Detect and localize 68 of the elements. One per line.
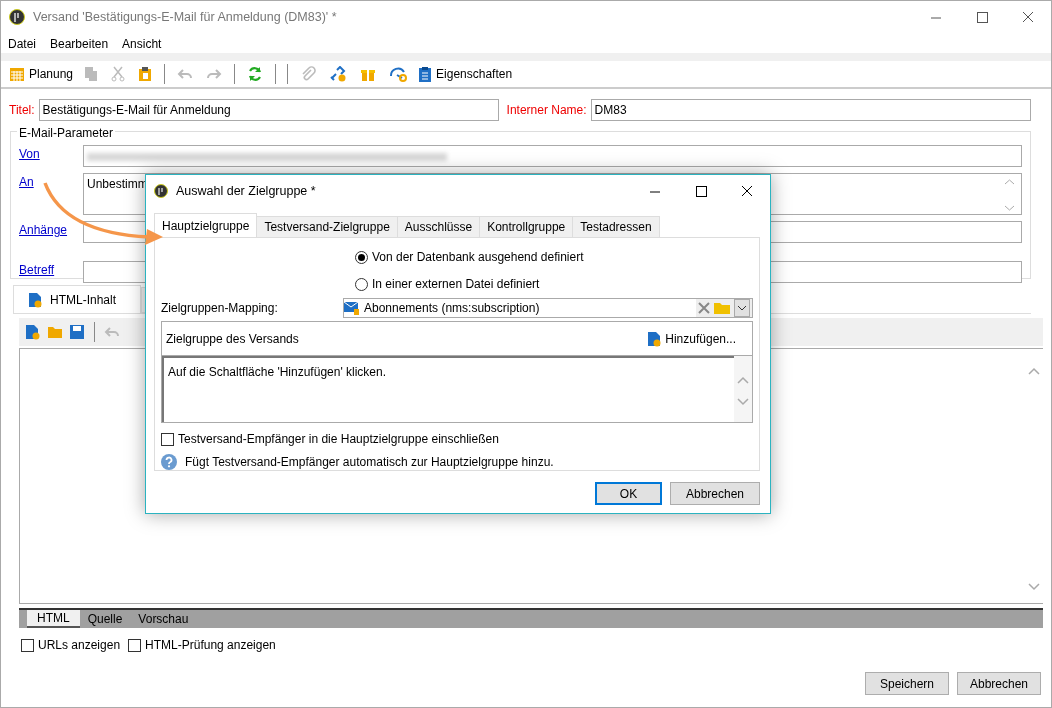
add-button[interactable]: Hinzufügen... <box>645 329 738 348</box>
radio-label: In einer externen Datei definiert <box>372 276 540 293</box>
menu-item[interactable]: Bearbeiten <box>50 35 109 51</box>
add-document-icon <box>647 330 662 347</box>
checkbox[interactable] <box>21 638 34 652</box>
save-icon[interactable] <box>69 324 85 340</box>
window-title: Versand 'Bestätigungs-E-Mail für Anmeldung (DM83)' * <box>33 8 338 26</box>
info-text: Fügt Testversand-Empfänger automatisch zur Hauptzielgruppe hinzu. <box>185 454 554 471</box>
dialog-tab[interactable]: Testversand-Zielgruppe <box>256 216 398 238</box>
checkbox-label: Testversand-Empfänger in die Hauptzielgruppe einschließen <box>178 431 499 448</box>
scroll-up-icon[interactable] <box>737 376 749 384</box>
dialog-title: Auswahl der Zielgruppe * <box>176 182 317 200</box>
link-icon[interactable] <box>329 66 348 82</box>
title-field[interactable]: Bestätigungs-E-Mail für Anmeldung <box>38 99 499 121</box>
field-link[interactable]: An <box>19 173 83 215</box>
field-link[interactable]: Anhänge <box>19 221 83 243</box>
help-icon <box>161 454 177 470</box>
scroll-down-icon[interactable] <box>1028 583 1040 591</box>
field-label: Zielgruppen-Mapping: <box>161 300 279 317</box>
dialog-button[interactable]: OK <box>595 482 662 505</box>
content-tab[interactable]: HTML-Inhalt <box>13 285 142 313</box>
scroll-down-icon[interactable] <box>737 398 749 406</box>
maximize-icon[interactable] <box>695 185 707 197</box>
new-document-icon <box>25 324 41 340</box>
calendar-icon <box>9 66 25 82</box>
scroll-up-icon[interactable] <box>1004 179 1014 185</box>
mapping-dropdown[interactable]: Abonnements (nms:subscription) <box>343 298 753 318</box>
field-label: Titel: <box>9 102 35 119</box>
folder-icon <box>47 324 63 340</box>
editor-tab[interactable]: HTML <box>27 610 80 628</box>
document-icon <box>28 291 42 308</box>
name-field[interactable]: DM83 <box>590 99 1031 121</box>
envelope-icon <box>344 301 360 315</box>
toolbar-button[interactable]: Eigenschaften <box>416 65 515 83</box>
app-logo-icon <box>9 9 25 25</box>
scroll-up-icon[interactable] <box>1028 367 1040 375</box>
field-label: Interner Name: <box>506 102 587 119</box>
field-link[interactable]: Betreff <box>19 261 83 283</box>
hint-text: Auf die Schaltfläche 'Hinzufügen' klicken. <box>162 356 734 422</box>
close-icon[interactable] <box>1022 11 1034 23</box>
radio-label: Von der Datenbank ausgehend definiert <box>372 249 584 266</box>
field-link[interactable]: Von <box>19 145 83 167</box>
maximize-icon[interactable] <box>976 11 988 23</box>
clipboard-icon[interactable] <box>138 66 153 82</box>
checkbox-label: HTML-Prüfung anzeigen <box>145 637 276 654</box>
gauge-icon[interactable] <box>389 66 408 82</box>
toolbar-button[interactable]: Planung <box>7 65 76 83</box>
dialog-button[interactable]: Abbrechen <box>670 482 760 505</box>
scroll-down-icon[interactable] <box>1004 205 1014 211</box>
dialog-button[interactable]: Speichern <box>865 672 949 695</box>
dialog-tab[interactable]: Ausschlüsse <box>396 216 481 238</box>
app-logo-icon <box>154 184 168 198</box>
sender-field[interactable] <box>83 145 1022 167</box>
dialog-tab[interactable]: Kontrollgruppe <box>479 216 574 238</box>
menu-item[interactable]: Datei <box>8 35 36 51</box>
section-title: Zielgruppe des Versands <box>166 330 299 348</box>
dialog-button[interactable]: Abbrechen <box>957 672 1041 695</box>
close-icon[interactable] <box>741 185 753 197</box>
clear-icon[interactable] <box>698 302 710 314</box>
dialog-tab[interactable]: Testadressen <box>572 216 660 238</box>
checkbox[interactable] <box>161 432 174 446</box>
menu-item[interactable]: Ansicht <box>122 35 162 51</box>
checkbox-label: URLs anzeigen <box>38 637 121 654</box>
clipboard-icon <box>418 66 433 82</box>
field-value: Unbestimm <box>87 176 148 193</box>
dropdown-value: Abonnements (nms:subscription) <box>364 300 541 317</box>
refresh-icon[interactable] <box>247 66 264 82</box>
checkbox[interactable] <box>128 638 142 652</box>
